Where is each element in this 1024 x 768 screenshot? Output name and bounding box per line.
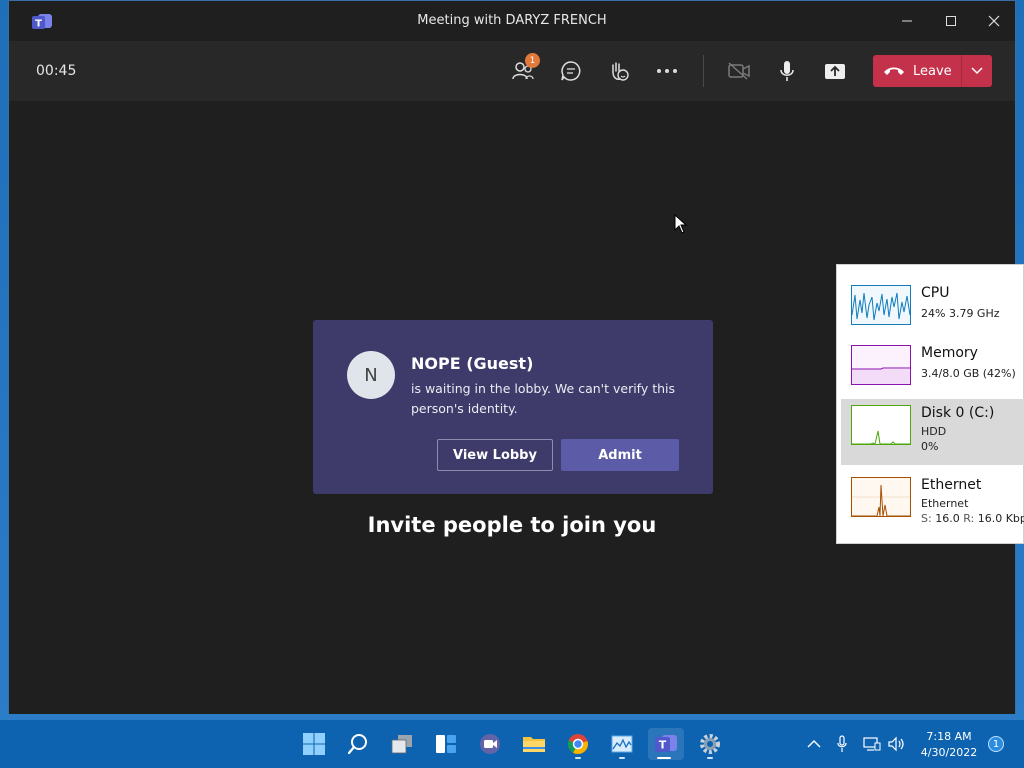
leave-options-dropdown[interactable] (962, 55, 992, 87)
perf-memory[interactable]: Memory 3.4/8.0 GB (42%) (841, 339, 1024, 403)
receive-label: R: (963, 512, 975, 525)
share-screen-button[interactable] (820, 57, 850, 85)
title-bar: T Meeting with DARYZ FRENCH (9, 1, 1015, 41)
running-indicator (657, 757, 671, 759)
disk-graph (851, 405, 911, 445)
widgets-button[interactable] (430, 728, 462, 760)
clock-date: 4/30/2022 (920, 746, 978, 759)
settings-button[interactable] (694, 728, 726, 760)
chrome-icon (567, 734, 588, 755)
meeting-toolbar: 00:45 1 Leave (9, 41, 1015, 101)
teams-button[interactable]: T (648, 728, 684, 760)
ethernet-graph (851, 477, 911, 517)
close-icon (988, 15, 1000, 27)
ethernet-throughput: S: 16.0 R: 16.0 Kbps (921, 512, 1024, 525)
perf-ethernet[interactable]: Ethernet Ethernet S: 16.0 R: 16.0 Kbps (841, 471, 1024, 537)
guest-name: NOPE (Guest) (411, 354, 534, 373)
perf-disk[interactable]: Disk 0 (C:) HDD 0% (841, 399, 1024, 465)
perf-cpu[interactable]: CPU 24% 3.79 GHz (841, 279, 1024, 343)
chat-icon (561, 61, 581, 81)
cpu-label: CPU (921, 285, 950, 301)
system-clock[interactable]: 7:18 AM 4/30/2022 (914, 729, 984, 761)
running-indicator (619, 757, 625, 759)
camera-off-icon (728, 62, 750, 80)
search-button[interactable] (342, 728, 374, 760)
mouse-pointer-icon (674, 214, 688, 234)
ethernet-label: Ethernet (921, 477, 982, 493)
more-icon (657, 69, 677, 73)
file-explorer-button[interactable] (518, 728, 550, 760)
cpu-detail: 24% 3.79 GHz (921, 307, 1000, 320)
gear-icon (700, 734, 720, 754)
task-manager-button[interactable] (606, 728, 638, 760)
hang-up-icon (884, 67, 904, 75)
guest-avatar: N (347, 351, 395, 399)
chat-button[interactable] (556, 57, 586, 85)
microphone-tray-button[interactable] (832, 734, 852, 754)
window-title: Meeting with DARYZ FRENCH (417, 13, 607, 28)
cpu-graph (851, 285, 911, 325)
chat-app-button[interactable] (474, 728, 506, 760)
running-indicator (707, 757, 713, 759)
more-actions-button[interactable] (652, 57, 682, 85)
performance-widget: CPU 24% 3.79 GHz Memory 3.4/8.0 GB (42%)… (836, 264, 1024, 544)
task-view-icon (391, 735, 412, 754)
folder-icon (523, 737, 545, 752)
minimize-icon (902, 20, 912, 22)
memory-graph (851, 345, 911, 385)
speaker-icon (888, 736, 904, 752)
admit-button[interactable]: Admit (561, 439, 679, 471)
view-lobby-button[interactable]: View Lobby (437, 439, 553, 471)
memory-label: Memory (921, 345, 978, 361)
ethernet-adapter: Ethernet (921, 497, 969, 510)
network-icon (863, 737, 881, 751)
task-manager-icon (611, 735, 633, 753)
show-hidden-icons-button[interactable] (804, 734, 824, 754)
disk-type: HDD (921, 425, 947, 438)
teams-icon: T (655, 735, 677, 752)
participants-badge: 1 (525, 53, 540, 68)
participants-button[interactable]: 1 (508, 53, 540, 85)
widgets-icon (436, 735, 456, 753)
chevron-up-icon (807, 740, 821, 748)
microphone-tray-icon (837, 735, 847, 752)
meeting-timer: 00:45 (36, 63, 77, 79)
close-button[interactable] (981, 9, 1007, 33)
taskbar: T 7:18 AM 4/30/2022 1 (0, 720, 1024, 768)
microphone-button[interactable] (772, 57, 802, 85)
chevron-down-icon (971, 67, 983, 75)
receive-value: 16.0 Kbps (977, 512, 1024, 525)
svg-text:T: T (659, 739, 667, 752)
lobby-message: is waiting in the lobby. We can't verify… (411, 381, 676, 416)
leave-control: Leave (873, 55, 992, 87)
volume-tray-button[interactable] (887, 734, 907, 754)
send-value: 16.0 (935, 512, 960, 525)
notification-center-badge[interactable]: 1 (988, 736, 1004, 752)
minimize-button[interactable] (894, 9, 920, 33)
disk-label: Disk 0 (C:) (921, 405, 995, 421)
windows-logo-icon (303, 733, 325, 755)
chrome-button[interactable] (562, 728, 594, 760)
start-button[interactable] (298, 728, 330, 760)
send-label: S: (921, 512, 932, 525)
leave-label: Leave (913, 63, 952, 79)
clock-time: 7:18 AM (926, 730, 972, 743)
maximize-button[interactable] (938, 9, 964, 33)
disk-usage: 0% (921, 440, 939, 453)
reactions-button[interactable] (604, 57, 634, 85)
camera-button[interactable] (724, 57, 754, 85)
raise-hand-icon (612, 62, 629, 81)
toolbar-divider (703, 55, 704, 87)
microphone-icon (780, 61, 794, 81)
leave-button[interactable]: Leave (873, 55, 961, 87)
task-view-button[interactable] (386, 728, 418, 760)
teams-chat-icon (480, 734, 500, 754)
share-tray-icon (825, 64, 845, 79)
network-tray-button[interactable] (862, 734, 882, 754)
lobby-notification: N NOPE (Guest) is waiting in the lobby. … (313, 320, 713, 494)
running-indicator (575, 757, 581, 759)
search-icon (347, 734, 367, 755)
memory-detail: 3.4/8.0 GB (42%) (921, 367, 1016, 380)
maximize-icon (946, 16, 956, 26)
